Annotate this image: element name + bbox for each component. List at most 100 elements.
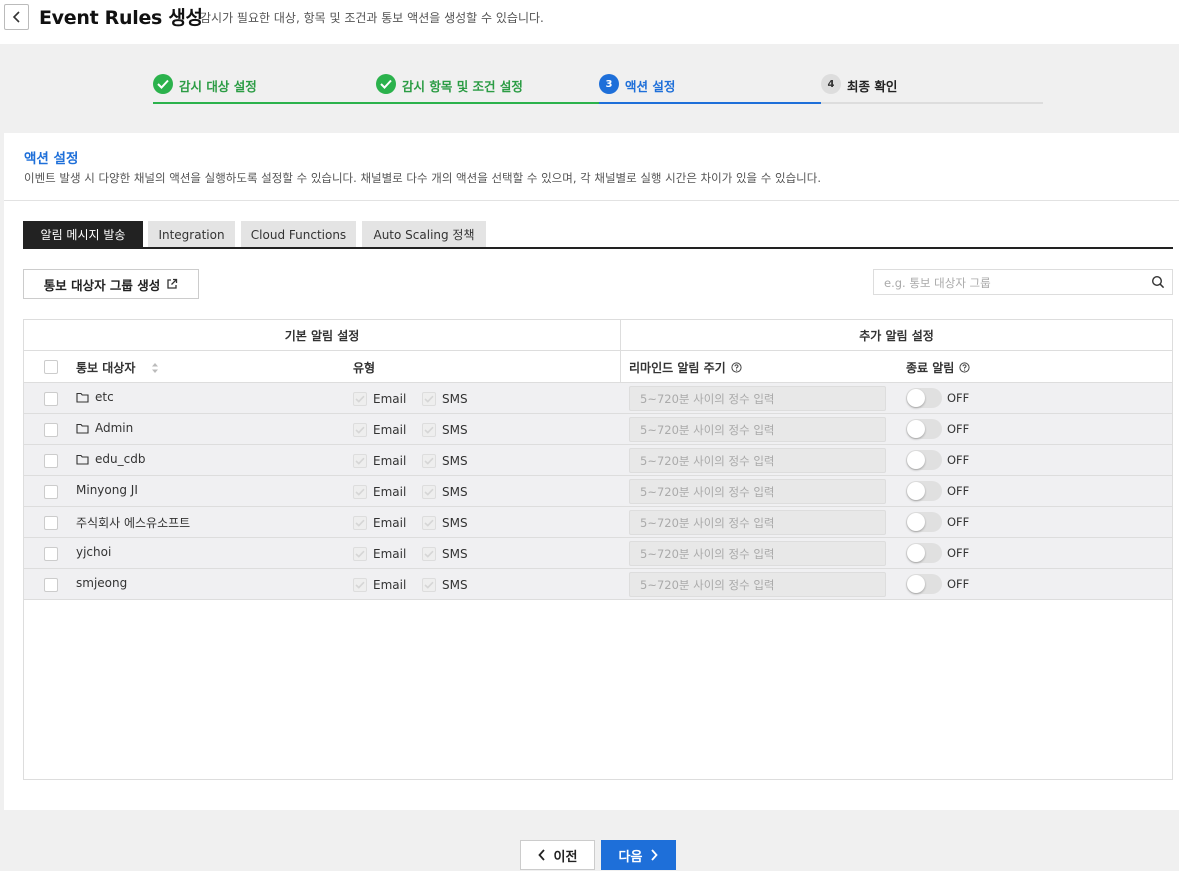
row-checkbox[interactable] [44, 423, 58, 437]
step-progress-bar [153, 102, 376, 104]
end-alert-toggle[interactable] [906, 543, 942, 563]
end-alert-toggle[interactable] [906, 512, 942, 532]
step-confirm[interactable]: 4 최종 확인 [821, 74, 1043, 104]
remind-placeholder: 5~720분 사이의 정수 입력 [640, 577, 775, 592]
row-checkbox[interactable] [44, 485, 58, 499]
row-checkbox[interactable] [44, 578, 58, 592]
step-number: 4 [821, 74, 841, 94]
table-row: etc Email SMS 5~720분 사이의 정수 입력 OFF [24, 383, 1172, 414]
group-search [873, 269, 1173, 295]
email-label: Email [373, 485, 407, 499]
step-label: 최종 확인 [847, 79, 898, 94]
end-alert-toggle[interactable] [906, 388, 942, 408]
remind-interval-input[interactable]: 5~720분 사이의 정수 입력 [629, 541, 886, 566]
folder-icon [76, 454, 89, 465]
table-row: yjchoi Email SMS 5~720분 사이의 정수 입력 OFF [24, 538, 1172, 569]
sms-checkbox[interactable] [422, 392, 436, 406]
tab-underline [23, 247, 1173, 249]
recipient-name: 주식회사 에스유소프트 [76, 514, 190, 531]
step-progress-bar [599, 102, 821, 104]
email-label: Email [373, 578, 407, 592]
col-end-header: 종료 알림 [906, 359, 970, 376]
email-label: Email [373, 392, 407, 406]
tab-notification[interactable]: 알림 메시지 발송 [23, 221, 143, 248]
folder-icon [76, 423, 89, 434]
recipient-label: Admin [95, 421, 134, 435]
remind-interval-input[interactable]: 5~720분 사이의 정수 입력 [629, 572, 886, 597]
email-checkbox[interactable] [353, 454, 367, 468]
recipient-table: 기본 알림 설정 추가 알림 설정 통보 대상자 유형 리마인드 알림 주기 종… [23, 319, 1173, 780]
search-icon[interactable] [1151, 275, 1165, 289]
chevron-left-icon [12, 11, 20, 23]
group-header-extra: 추가 알림 설정 [621, 320, 1172, 351]
sms-label: SMS [442, 578, 468, 592]
step-target[interactable]: 감시 대상 설정 [153, 74, 376, 104]
end-alert-toggle[interactable] [906, 481, 942, 501]
row-checkbox[interactable] [44, 392, 58, 406]
sort-icon[interactable] [148, 361, 162, 375]
sms-checkbox[interactable] [422, 578, 436, 592]
search-input[interactable] [884, 274, 1144, 291]
row-checkbox[interactable] [44, 516, 58, 530]
create-recipient-group-button[interactable]: 통보 대상자 그룹 생성 [23, 269, 199, 299]
next-button[interactable]: 다음 [601, 840, 676, 870]
table-header-row: 통보 대상자 유형 리마인드 알림 주기 종료 알림 [24, 351, 1172, 383]
sms-label: SMS [442, 516, 468, 530]
recipient-label: smjeong [76, 576, 128, 590]
sms-checkbox[interactable] [422, 516, 436, 530]
end-alert-toggle[interactable] [906, 574, 942, 594]
section-title: 액션 설정 [24, 151, 79, 167]
email-checkbox[interactable] [353, 578, 367, 592]
sms-checkbox[interactable] [422, 454, 436, 468]
remind-placeholder: 5~720분 사이의 정수 입력 [640, 484, 775, 499]
recipient-name: smjeong [76, 576, 127, 590]
recipient-label: etc [95, 390, 114, 404]
row-checkbox[interactable] [44, 547, 58, 561]
sms-label: SMS [442, 547, 468, 561]
toggle-knob [907, 575, 925, 593]
email-checkbox[interactable] [353, 547, 367, 561]
end-alert-toggle[interactable] [906, 450, 942, 470]
step-progress-bar [376, 102, 599, 104]
email-label: Email [373, 454, 407, 468]
remind-interval-input[interactable]: 5~720분 사이의 정수 입력 [629, 417, 886, 442]
end-alert-toggle[interactable] [906, 419, 942, 439]
remind-interval-input[interactable]: 5~720분 사이의 정수 입력 [629, 510, 886, 535]
toggle-knob [907, 389, 925, 407]
tab-cloud-functions[interactable]: Cloud Functions [241, 221, 356, 248]
tab-auto-scaling[interactable]: Auto Scaling 정책 [362, 221, 486, 248]
remind-interval-input[interactable]: 5~720분 사이의 정수 입력 [629, 479, 886, 504]
col-target-header[interactable]: 통보 대상자 [76, 359, 162, 376]
step-action[interactable]: 3 액션 설정 [599, 74, 821, 104]
external-link-icon [167, 278, 178, 289]
step-conditions[interactable]: 감시 항목 및 조건 설정 [376, 74, 599, 104]
select-all-checkbox[interactable] [44, 360, 58, 374]
sms-checkbox[interactable] [422, 547, 436, 561]
sms-checkbox[interactable] [422, 485, 436, 499]
recipient-label: edu_cdb [95, 452, 146, 466]
remind-interval-input[interactable]: 5~720분 사이의 정수 입력 [629, 386, 886, 411]
col-type-header: 유형 [353, 361, 376, 375]
email-label: Email [373, 516, 407, 530]
action-settings-panel: 액션 설정 이벤트 발생 시 다양한 채널의 액션을 실행하도록 설정할 수 있… [4, 133, 1179, 810]
row-checkbox[interactable] [44, 454, 58, 468]
email-checkbox[interactable] [353, 423, 367, 437]
email-checkbox[interactable] [353, 392, 367, 406]
remind-placeholder: 5~720분 사이의 정수 입력 [640, 422, 775, 437]
help-icon[interactable] [959, 362, 970, 373]
recipient-name: Admin [76, 421, 133, 435]
email-checkbox[interactable] [353, 485, 367, 499]
email-checkbox[interactable] [353, 516, 367, 530]
back-button[interactable] [4, 4, 29, 30]
sms-label: SMS [442, 392, 468, 406]
remind-interval-input[interactable]: 5~720분 사이의 정수 입력 [629, 448, 886, 473]
tab-integration[interactable]: Integration [148, 221, 235, 248]
toggle-knob [907, 420, 925, 438]
sms-checkbox[interactable] [422, 423, 436, 437]
prev-button[interactable]: 이전 [520, 840, 595, 870]
toggle-state-label: OFF [947, 515, 970, 529]
help-icon[interactable] [731, 362, 742, 373]
chevron-right-icon [651, 849, 659, 861]
recipient-label: 주식회사 에스유소프트 [76, 516, 191, 530]
email-label: Email [373, 423, 407, 437]
